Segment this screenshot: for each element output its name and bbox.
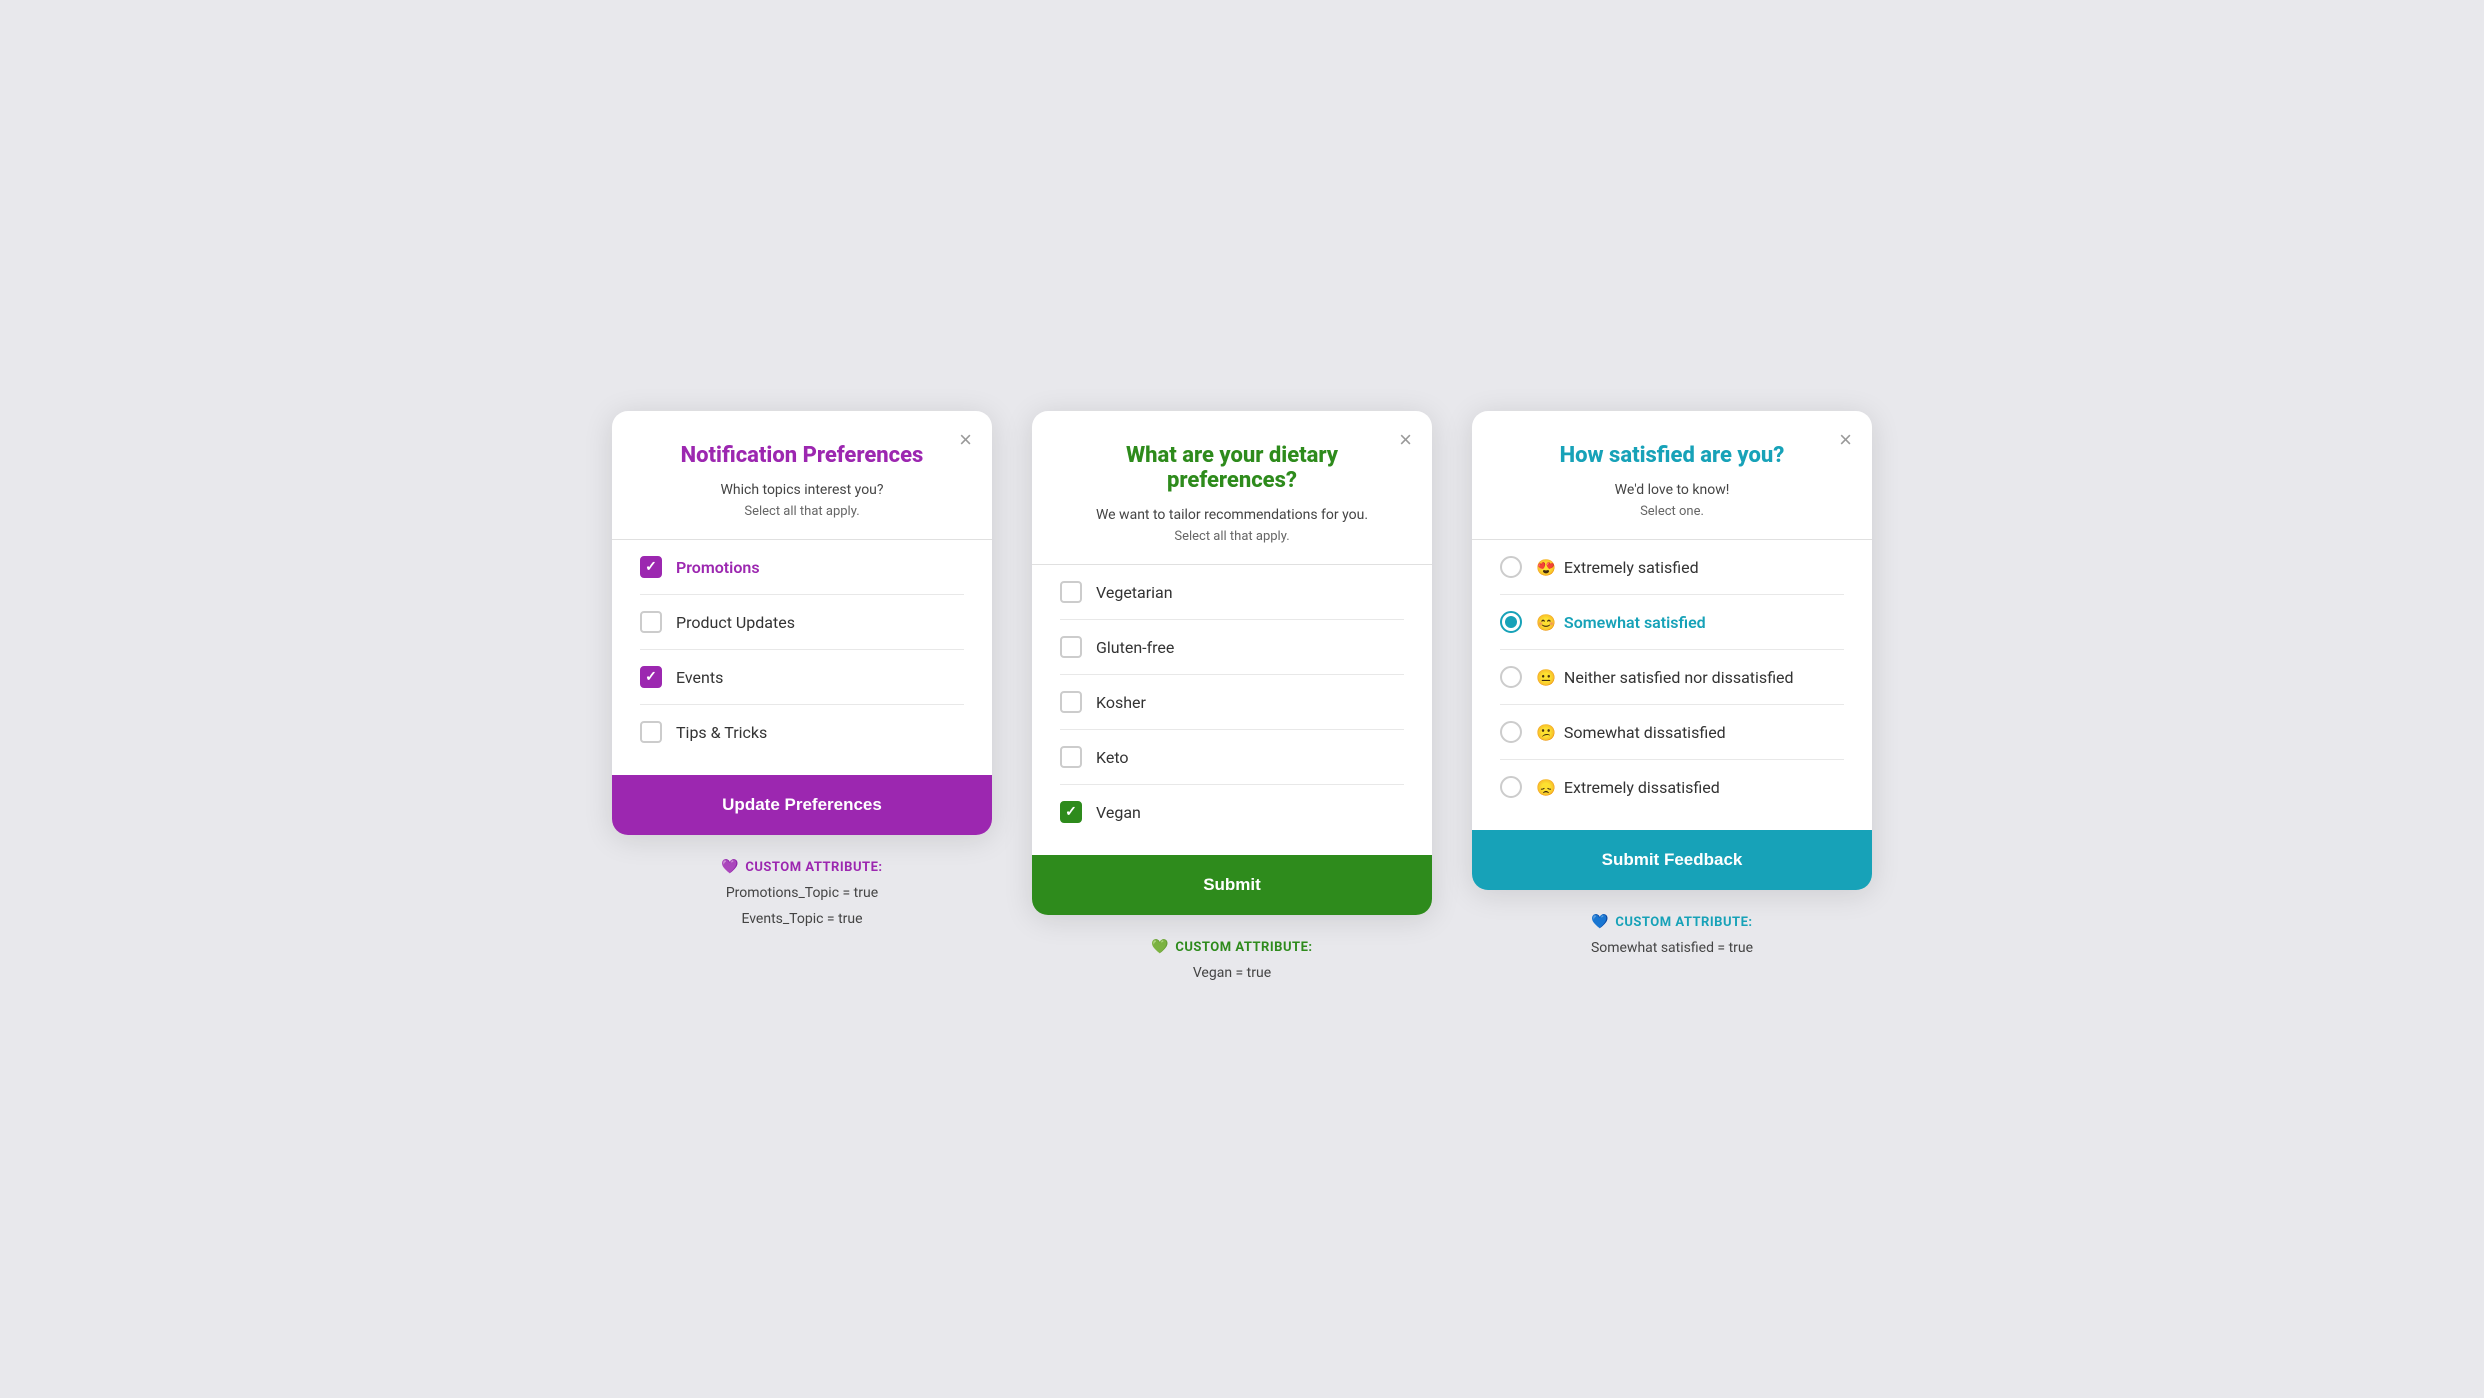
submit-dietary-button[interactable]: Submit [1032,855,1432,915]
checkbox-vegetarian-label: Vegetarian [1096,583,1173,602]
checkbox-tips[interactable]: Tips & Tricks [640,704,964,759]
checkbox-product-updates-box [640,611,662,633]
notification-subtitle: Which topics interest you? [640,482,964,498]
panel1-wrapper: × Notification Preferences Which topics … [612,411,992,931]
checkbox-vegetarian-box [1060,581,1082,603]
notification-modal-inner: × Notification Preferences Which topics … [612,411,992,775]
close-button-1[interactable]: × [955,425,976,455]
radio-neither-circle [1500,666,1522,688]
checkbox-gluten-free-label: Gluten-free [1096,638,1174,657]
panel1-custom-attr-value: Promotions_Topic = true Events_Topic = t… [721,881,882,931]
panel2-custom-attr: 💚 CUSTOM ATTRIBUTE: Vegan = true [1151,939,1312,986]
checkbox-events[interactable]: ✓ Events [640,649,964,704]
dietary-title: What are your dietary preferences? [1060,443,1404,493]
panel1-custom-attr: 💜 CUSTOM ATTRIBUTE: Promotions_Topic = t… [721,859,882,931]
checkbox-tips-box [640,721,662,743]
checkmark-promotions: ✓ [645,559,657,575]
panel3-wrapper: × How satisfied are you? We'd love to kn… [1472,411,1872,961]
dietary-instruction: Select all that apply. [1060,529,1404,544]
checkbox-kosher[interactable]: Kosher [1060,674,1404,729]
checkbox-tips-label: Tips & Tricks [676,723,767,742]
update-preferences-button[interactable]: Update Preferences [612,775,992,835]
satisfaction-instruction: Select one. [1500,504,1844,519]
checkmark-events: ✓ [645,669,657,685]
checkbox-vegetarian[interactable]: Vegetarian [1060,565,1404,619]
dietary-modal-inner: × What are your dietary preferences? We … [1032,411,1432,855]
panel3-custom-attr-value: Somewhat satisfied = true [1591,936,1753,961]
close-button-2[interactable]: × [1395,425,1416,455]
radio-somewhat-satisfied[interactable]: 😊 Somewhat satisfied [1500,594,1844,649]
emoji-extremely-satisfied: 😍 [1536,558,1556,577]
checkbox-kosher-box [1060,691,1082,713]
checkbox-promotions-label: Promotions [676,558,760,577]
panel3-heart-icon: 💙 [1591,914,1609,930]
radio-neither[interactable]: 😐 Neither satisfied nor dissatisfied [1500,649,1844,704]
checkbox-gluten-free[interactable]: Gluten-free [1060,619,1404,674]
checkbox-keto-label: Keto [1096,748,1129,767]
radio-extremely-satisfied-circle [1500,556,1522,578]
emoji-extremely-dissatisfied: 😞 [1536,778,1556,797]
panel1-heart-icon: 💜 [721,859,739,875]
panel2-custom-attr-label: 💚 CUSTOM ATTRIBUTE: [1151,939,1312,955]
checkbox-gluten-free-box [1060,636,1082,658]
satisfaction-subtitle: We'd love to know! [1500,482,1844,498]
checkbox-keto[interactable]: Keto [1060,729,1404,784]
checkbox-kosher-label: Kosher [1096,693,1146,712]
checkbox-promotions-box: ✓ [640,556,662,578]
radio-somewhat-dissatisfied-label: 😕 Somewhat dissatisfied [1536,723,1726,742]
radio-extremely-satisfied[interactable]: 😍 Extremely satisfied [1500,540,1844,594]
notification-title: Notification Preferences [640,443,964,468]
checkbox-events-box: ✓ [640,666,662,688]
satisfaction-modal-inner: × How satisfied are you? We'd love to kn… [1472,411,1872,830]
dietary-subtitle: We want to tailor recommendations for yo… [1060,507,1404,523]
radio-extremely-dissatisfied-label: 😞 Extremely dissatisfied [1536,778,1720,797]
close-button-3[interactable]: × [1835,425,1856,455]
checkbox-vegan-label: Vegan [1096,803,1141,822]
radio-somewhat-dissatisfied-circle [1500,721,1522,743]
radio-somewhat-satisfied-label: 😊 Somewhat satisfied [1536,613,1706,632]
radio-neither-label: 😐 Neither satisfied nor dissatisfied [1536,668,1794,687]
radio-extremely-satisfied-label: 😍 Extremely satisfied [1536,558,1699,577]
notification-modal: × Notification Preferences Which topics … [612,411,992,835]
checkmark-vegan: ✓ [1065,804,1077,820]
panel1-custom-attr-label: 💜 CUSTOM ATTRIBUTE: [721,859,882,875]
page-container: × Notification Preferences Which topics … [542,411,1942,986]
satisfaction-title: How satisfied are you? [1500,443,1844,468]
radio-somewhat-satisfied-inner [1505,616,1517,628]
radio-extremely-dissatisfied-circle [1500,776,1522,798]
notification-instruction: Select all that apply. [640,504,964,519]
checkbox-vegan[interactable]: ✓ Vegan [1060,784,1404,839]
radio-somewhat-dissatisfied[interactable]: 😕 Somewhat dissatisfied [1500,704,1844,759]
panel3-custom-attr-label: 💙 CUSTOM ATTRIBUTE: [1591,914,1753,930]
checkbox-product-updates-label: Product Updates [676,613,795,632]
radio-somewhat-satisfied-circle [1500,611,1522,633]
panel2-custom-attr-value: Vegan = true [1151,961,1312,986]
submit-feedback-button[interactable]: Submit Feedback [1472,830,1872,890]
checkbox-events-label: Events [676,668,723,687]
satisfaction-modal: × How satisfied are you? We'd love to kn… [1472,411,1872,890]
panel2-heart-icon: 💚 [1151,939,1169,955]
checkbox-product-updates[interactable]: Product Updates [640,594,964,649]
radio-extremely-dissatisfied[interactable]: 😞 Extremely dissatisfied [1500,759,1844,814]
panel3-custom-attr: 💙 CUSTOM ATTRIBUTE: Somewhat satisfied =… [1591,914,1753,961]
emoji-somewhat-satisfied: 😊 [1536,613,1556,632]
checkbox-keto-box [1060,746,1082,768]
checkbox-promotions[interactable]: ✓ Promotions [640,540,964,594]
dietary-modal: × What are your dietary preferences? We … [1032,411,1432,915]
emoji-neither: 😐 [1536,668,1556,687]
checkbox-vegan-box: ✓ [1060,801,1082,823]
emoji-somewhat-dissatisfied: 😕 [1536,723,1556,742]
panel2-wrapper: × What are your dietary preferences? We … [1032,411,1432,986]
